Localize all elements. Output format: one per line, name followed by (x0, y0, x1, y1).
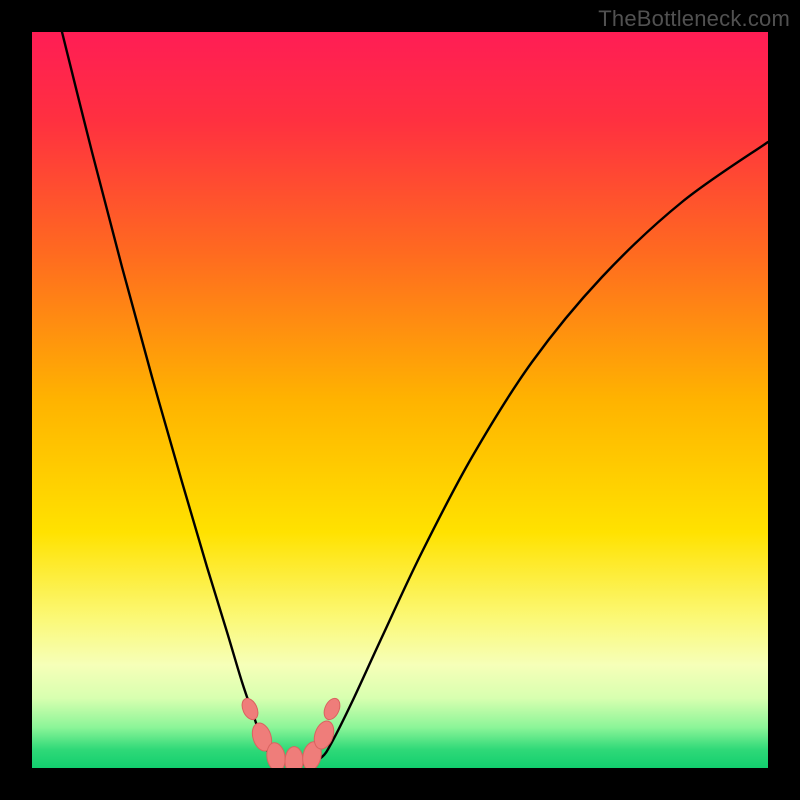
bottleneck-chart (32, 32, 768, 768)
gradient-background (32, 32, 768, 768)
watermark-text: TheBottleneck.com (598, 6, 790, 32)
chart-frame (32, 32, 768, 768)
